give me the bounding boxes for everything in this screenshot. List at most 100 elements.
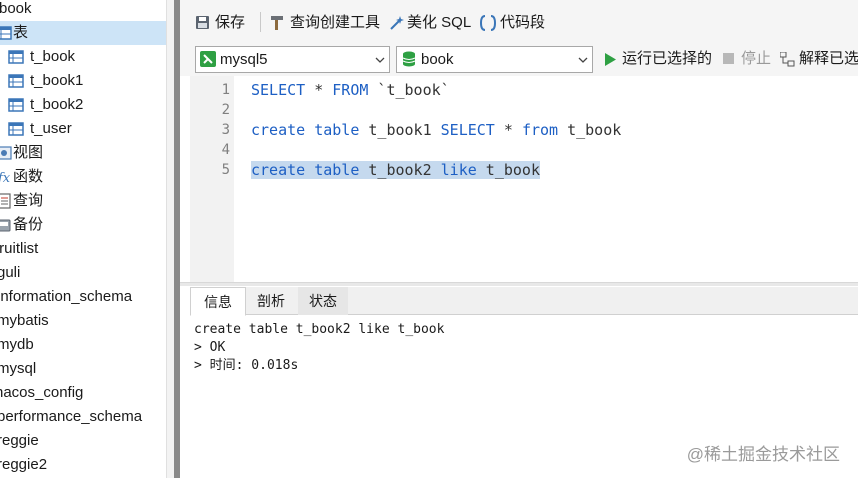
line-number: 5: [221, 162, 230, 178]
tab-info[interactable]: 信息: [190, 287, 246, 316]
tree-db-item[interactable]: mybatis: [0, 309, 166, 333]
connection-select[interactable]: mysql5: [195, 46, 390, 73]
explain-selected-label: 解释已选: [799, 50, 858, 67]
tree-db-item[interactable]: mysql: [0, 357, 166, 381]
sql-text: t_book2: [359, 161, 441, 179]
tree-db-item[interactable]: information_schema: [0, 285, 166, 309]
tree-folder-label: 查询: [13, 192, 44, 209]
run-selected-button[interactable]: 运行已选择的: [603, 48, 715, 70]
run-selected-label: 运行已选择的: [622, 50, 713, 67]
queries-folder-icon: [0, 193, 11, 209]
sql-text: t_book: [558, 121, 622, 139]
line-number: 3: [221, 122, 230, 138]
table-icon: [8, 50, 24, 64]
watermark: @稀土掘金技术社区: [686, 445, 840, 464]
sql-keyword: create: [251, 121, 306, 139]
line-number: 1: [221, 82, 230, 98]
result-tabs: 信息 剖析 状态: [190, 287, 858, 316]
sql-text: *: [494, 121, 522, 139]
beautify-sql-label: 美化 SQL: [407, 14, 472, 31]
tree-db-item[interactable]: nacos_config: [0, 381, 166, 405]
message-output: create table t_book2 like t_book > OK > …: [194, 321, 444, 375]
tree-table-t-book[interactable]: t_book: [0, 45, 166, 69]
functions-folder-icon: fx: [0, 171, 11, 185]
tree-folder-tables[interactable]: 表: [0, 21, 166, 45]
tree-db-label: reggie2: [0, 456, 48, 473]
tree-db-item[interactable]: mydb: [0, 333, 166, 357]
sql-keyword: FROM: [332, 81, 369, 99]
sql-keyword: from: [521, 121, 559, 139]
tree-folder-queries[interactable]: 查询: [0, 189, 166, 213]
table-icon: [8, 74, 24, 88]
code-snippet-button[interactable]: 代码段: [480, 12, 552, 34]
table-icon: [8, 122, 24, 136]
tree-table-t-book2[interactable]: t_book2: [0, 93, 166, 117]
tree-table-t-user[interactable]: t_user: [0, 117, 166, 141]
sql-keyword: SELECT: [251, 81, 306, 99]
tree-db-item[interactable]: reggie: [0, 429, 166, 453]
tree-db-label: fruitlist: [0, 240, 39, 257]
tree-db-book[interactable]: book: [0, 0, 166, 21]
toolbar-divider: [260, 12, 261, 32]
connection-value: mysql5: [220, 51, 268, 68]
beautify-sql-button[interactable]: 美化 SQL: [388, 12, 474, 34]
code-line-1: SELECT * FROM `t_book`: [251, 80, 450, 100]
save-label: 保存: [215, 14, 246, 31]
stop-icon: [723, 53, 734, 64]
tree-folder-functions[interactable]: fx 函数: [0, 165, 166, 189]
table-icon: [8, 98, 24, 112]
message-line: create table t_book2 like t_book: [194, 322, 445, 337]
database-icon: [402, 51, 416, 67]
query-editor-pane: 保存 查询创建工具 美化 SQL 代码段 mysql5 book 运行已选择的 …: [180, 0, 858, 478]
tree-folder-label: 视图: [13, 144, 44, 161]
tree-folder-tables-label: 表: [13, 24, 29, 41]
sql-keyword: SELECT: [440, 121, 495, 139]
sql-text: *: [305, 81, 333, 99]
connection-bar: mysql5 book 运行已选择的 停止 解释已选: [180, 44, 858, 76]
sql-text: `t_book`: [368, 81, 450, 99]
magic-wand-icon: [390, 16, 404, 30]
mysql-connection-icon: [200, 51, 216, 67]
tree-db-item[interactable]: reggie2: [0, 453, 166, 477]
backups-folder-icon: [0, 219, 11, 232]
tree-db-item[interactable]: fruitlist: [0, 237, 166, 261]
query-builder-button[interactable]: 查询创建工具: [270, 12, 380, 34]
tree-db-label: mydb: [0, 336, 34, 353]
tree-folder-views[interactable]: 视图: [0, 141, 166, 165]
tree-db-book-label: book: [0, 0, 32, 17]
line-number: 2: [221, 102, 230, 118]
tree-db-label: mysql: [0, 360, 37, 377]
stop-button[interactable]: 停止: [722, 48, 774, 70]
tree-folder-label: 备份: [13, 216, 44, 233]
sql-text: t_book1: [359, 121, 441, 139]
code-line-3: create table t_book1 SELECT * from t_boo…: [251, 120, 621, 140]
tree-db-item[interactable]: performance_schema: [0, 405, 166, 429]
tree-db-label: mybatis: [0, 312, 49, 329]
tree-folder-label: 函数: [13, 168, 44, 185]
explain-selected-button[interactable]: 解释已选: [780, 48, 858, 70]
tree-db-item[interactable]: guli: [0, 261, 166, 285]
panel-splitter[interactable]: [180, 282, 858, 286]
sql-keyword: create: [251, 161, 306, 179]
tree-table-t-book1[interactable]: t_book1: [0, 69, 166, 93]
database-select[interactable]: book: [396, 46, 593, 73]
tree-db-label: reggie: [0, 432, 39, 449]
code-snippet-label: 代码段: [500, 14, 546, 31]
splitter[interactable]: [166, 0, 174, 478]
code-snippet-icon: [480, 15, 496, 31]
tables-folder-icon: [0, 26, 12, 40]
tree-db-label: information_schema: [0, 288, 133, 305]
save-button[interactable]: 保存: [195, 12, 255, 34]
chevron-down-icon: [578, 57, 588, 63]
tree-folder-backups[interactable]: 备份: [0, 213, 166, 237]
tree-table-label: t_book1: [30, 72, 84, 89]
tab-status[interactable]: 状态: [298, 287, 348, 315]
tree-table-label: t_book: [30, 48, 76, 65]
sql-editor[interactable]: 1 2 3 4 5 SELECT * FROM `t_book` create …: [190, 76, 858, 282]
save-icon: [196, 16, 209, 29]
tab-profile[interactable]: 剖析: [248, 287, 294, 315]
message-line: > OK: [194, 340, 226, 355]
tree-table-label: t_book2: [30, 96, 84, 113]
